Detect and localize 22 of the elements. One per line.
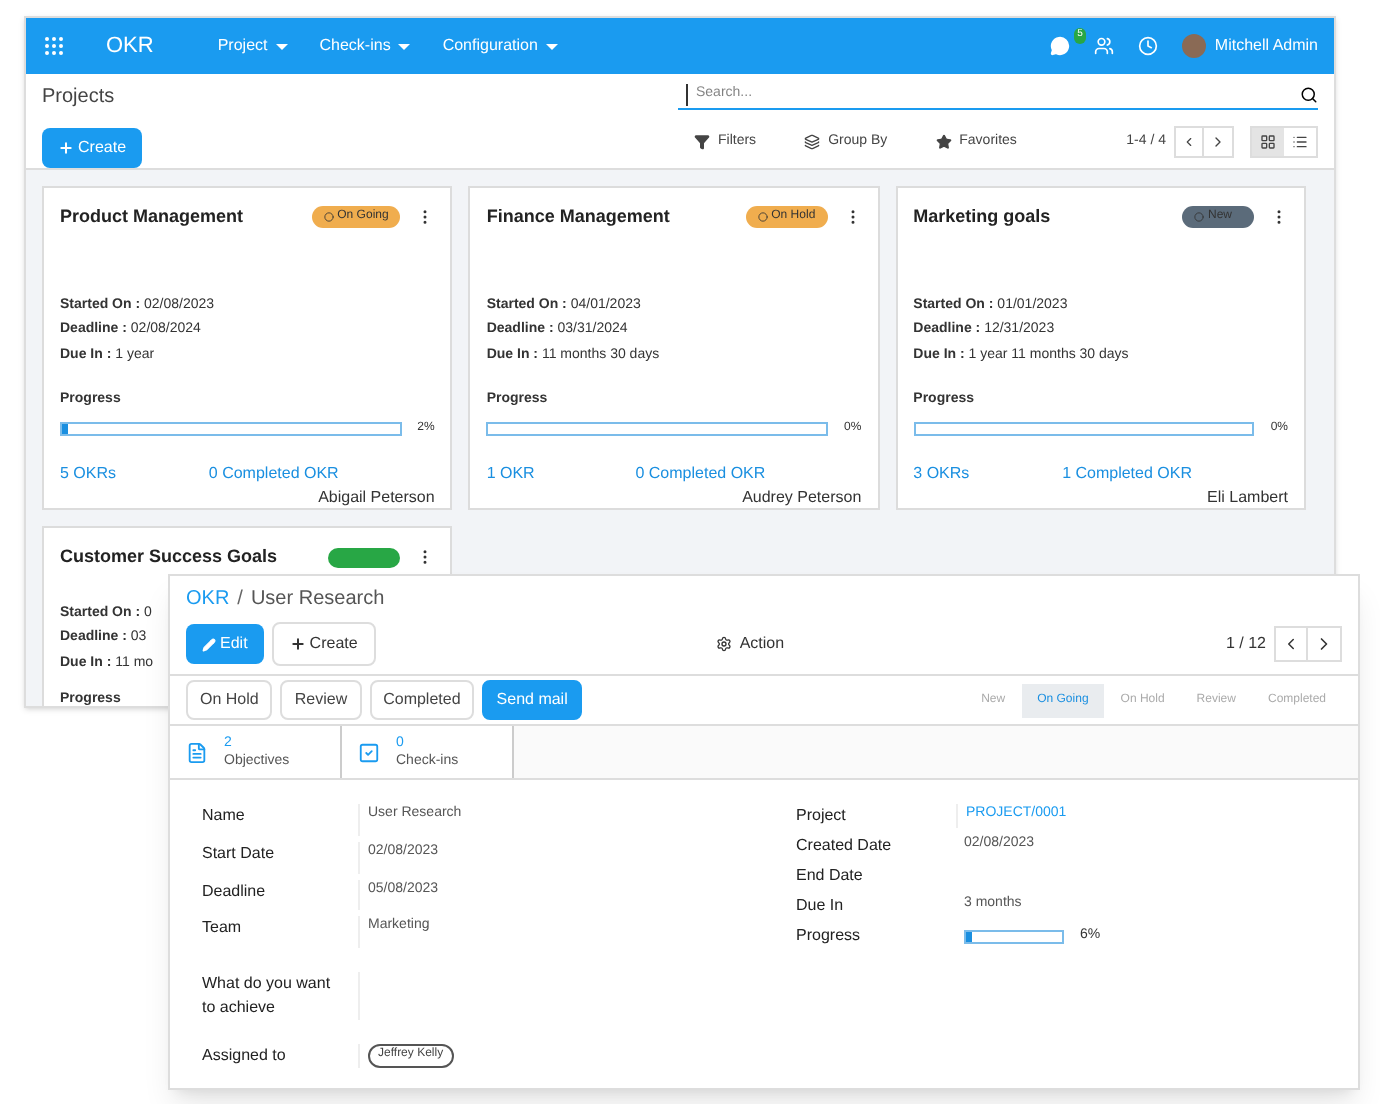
- field-label: Deadline: [202, 879, 268, 903]
- field-label: Project: [796, 804, 848, 828]
- field-label: Team: [202, 916, 244, 941]
- field-label: What do you want to achieve: [202, 972, 333, 1020]
- card-title: Product Management: [60, 204, 244, 230]
- field-label: Due In: [796, 894, 846, 918]
- card-title: Finance Management: [486, 204, 670, 230]
- field-label: End Date: [796, 864, 865, 888]
- field-label: Start Date: [202, 841, 277, 866]
- field-label: Created Date: [796, 834, 894, 858]
- field-label: Name: [202, 804, 247, 828]
- field-label: Progress: [796, 924, 863, 948]
- owner-name: Abigail Peterson: [318, 485, 435, 509]
- page-title: Projects: [42, 84, 117, 112]
- field-label: Assigned to: [202, 1044, 288, 1068]
- breadcrumb-current: User Research: [250, 586, 385, 614]
- breadcrumb-separator: /: [237, 586, 243, 614]
- card-title: Customer Success Goals: [60, 544, 278, 570]
- owner-name: Eli Lambert: [1207, 485, 1288, 509]
- card-title: Marketing goals: [913, 204, 1051, 230]
- owner-name: Audrey Peterson: [742, 485, 862, 509]
- pager-text: 1 / 12: [1225, 632, 1266, 656]
